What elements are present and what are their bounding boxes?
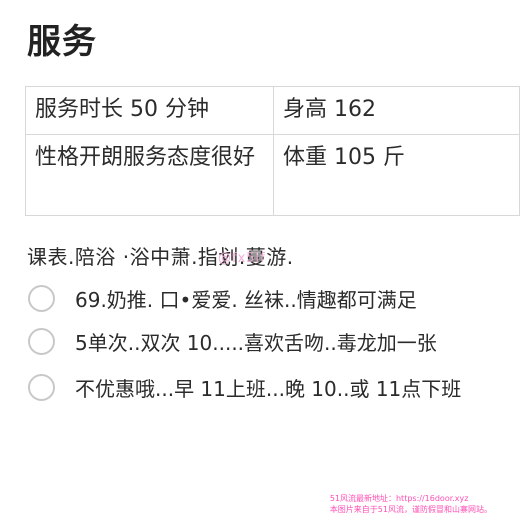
option-item[interactable]: 不优惠哦...早 11上班...晚 10..或 11点下班: [28, 371, 518, 403]
radio-button[interactable]: [28, 284, 55, 312]
option-label: 不优惠哦...早 11上班...晚 10..或 11点下班: [75, 376, 462, 401]
radio-button[interactable]: [28, 327, 55, 355]
option-item[interactable]: 69.奶推. 口•爱爱. 丝袜..情趣都可满足: [28, 282, 518, 314]
radio-button[interactable]: [28, 373, 55, 401]
footer-line: 本图片来自于51风流，谨防假冒和山寨网站。: [329, 505, 492, 514]
option-label: 69.奶推. 口•爱爱. 丝袜..情趣都可满足: [75, 287, 417, 312]
option-label: 5单次..双次 10.....喜欢舌吻..毒龙加一张: [75, 330, 437, 355]
table-cell: 服务时长 50 分钟: [25, 86, 274, 135]
option-item[interactable]: 5单次..双次 10.....喜欢舌吻..毒龙加一张: [28, 325, 518, 357]
section-title: 服务: [27, 22, 97, 62]
info-table: 服务时长 50 分钟 身高 162 性格开朗服务态度很好 体重 105 斤: [25, 86, 520, 216]
watermark-text: @fx5if: [218, 251, 266, 266]
table-cell: 体重 105 斤: [273, 134, 520, 216]
footer-watermark: 51风流最新地址：https://16door.xyz 本图片来自于51风流，谨…: [330, 493, 492, 515]
table-cell: 性格开朗服务态度很好: [25, 134, 274, 216]
footer-line: 51风流最新地址：https://16door.xyz: [329, 494, 469, 503]
table-row: 服务时长 50 分钟 身高 162: [25, 86, 520, 135]
table-row: 性格开朗服务态度很好 体重 105 斤: [25, 134, 520, 216]
table-cell: 身高 162: [273, 86, 520, 135]
